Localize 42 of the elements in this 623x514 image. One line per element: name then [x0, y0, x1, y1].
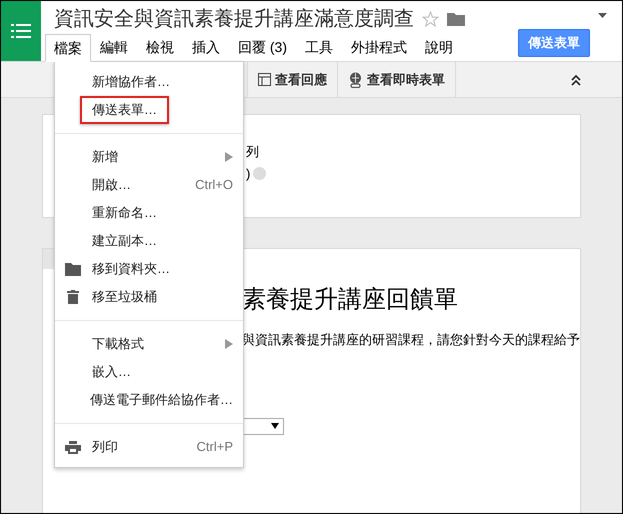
table-icon	[258, 73, 271, 86]
menu-item[interactable]: 重新命名…	[55, 199, 243, 227]
menu-tab[interactable]: 說明	[416, 34, 462, 61]
shortcut-text: Ctrl+O	[195, 176, 233, 194]
menu-item[interactable]: 開啟… Ctrl+O	[55, 171, 243, 199]
view-live-form-button[interactable]: 查看即時表單	[338, 62, 456, 97]
trash-icon	[67, 290, 79, 304]
shortcut-text: Ctrl+P	[196, 438, 233, 456]
menu-tab[interactable]: 插入	[183, 34, 229, 61]
form-title: 素養提升講座回饋單	[242, 286, 459, 315]
settings-text: 列	[246, 143, 260, 161]
folder-icon[interactable]	[447, 12, 465, 26]
menu-item[interactable]: 建立副本…	[55, 227, 243, 255]
menu-tab[interactable]: 檢視	[137, 34, 183, 61]
dropdown-field[interactable]	[242, 418, 284, 434]
menu-item[interactable]: 新增協作者…	[55, 68, 243, 96]
star-icon[interactable]	[422, 11, 439, 27]
menu-item[interactable]: 下載格式	[55, 330, 243, 358]
menu-item[interactable]: 列印 Ctrl+P	[55, 433, 243, 461]
printer-icon	[65, 440, 81, 454]
document-title: 資訊安全與資訊素養提升講座滿意度調查	[54, 7, 414, 32]
app-menu-button[interactable]	[1, 1, 41, 61]
menu-tab[interactable]: 工具	[296, 34, 342, 61]
menu-tab[interactable]: 編輯	[91, 34, 137, 61]
menu-item[interactable]: 移至垃圾桶	[55, 283, 243, 311]
highlight-box: 傳送表單…	[80, 96, 169, 124]
menu-item[interactable]: 傳送表單…	[55, 96, 243, 124]
settings-text: )	[246, 165, 250, 183]
menu-item[interactable]: 傳送電子郵件給協作者…	[55, 386, 243, 414]
menu-tab[interactable]: 回覆 (3)	[229, 34, 296, 61]
view-responses-button[interactable]: 查看回應	[248, 62, 338, 97]
menu-item[interactable]: 嵌入…	[55, 358, 243, 386]
collapse-icon[interactable]	[570, 74, 582, 86]
folder-icon	[65, 262, 81, 276]
menu-item[interactable]: 新增	[55, 143, 243, 171]
menu-icon	[11, 23, 31, 39]
menu-tab[interactable]: 外掛程式	[342, 34, 416, 61]
dropdown-arrow-icon	[271, 423, 279, 429]
account-dropdown-icon[interactable]	[598, 13, 607, 18]
menu-item[interactable]: 移到資料夾…	[55, 255, 243, 283]
menu-tab[interactable]: 檔案	[45, 34, 91, 62]
globe-link-icon	[348, 72, 363, 88]
